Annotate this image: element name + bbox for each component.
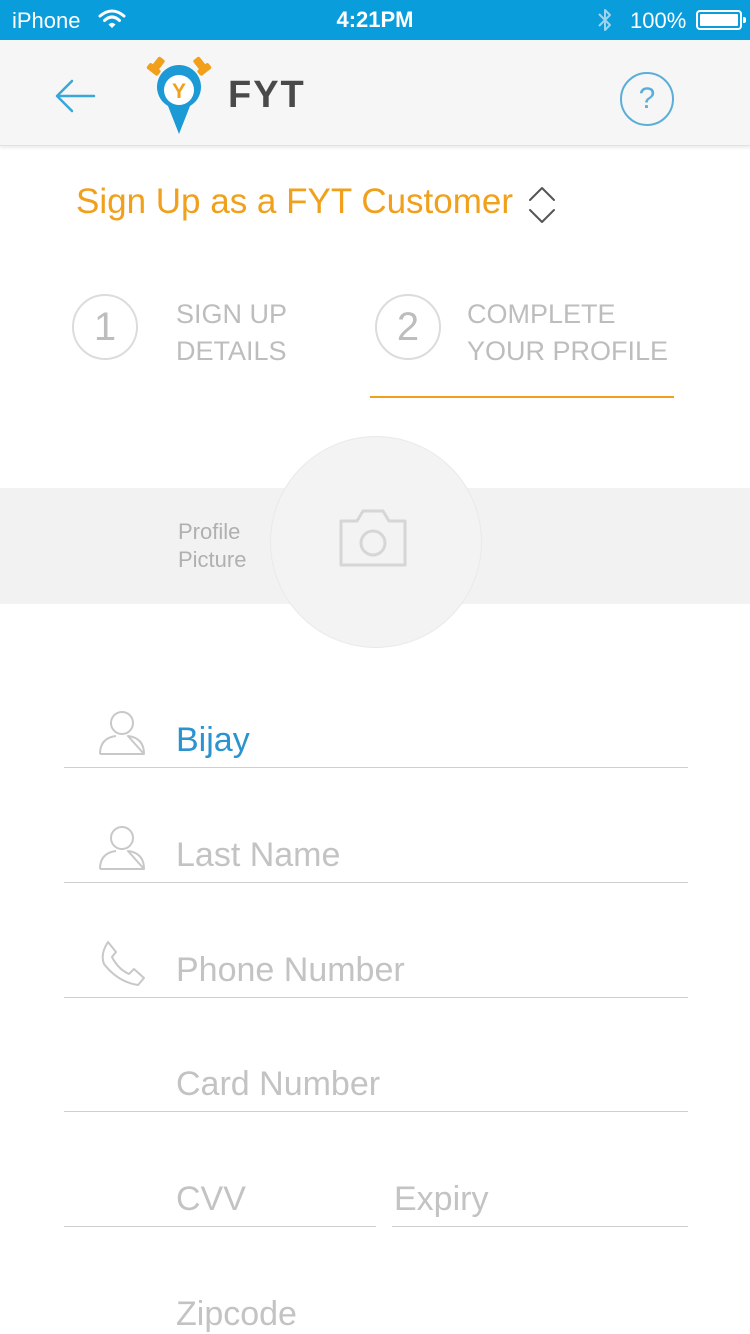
zipcode-input[interactable] [176, 1295, 688, 1334]
nav-bar: Y FYT ? [0, 40, 750, 146]
expiry-input[interactable] [394, 1180, 688, 1219]
step-label-line: YOUR PROFILE [467, 336, 669, 366]
help-icon: ? [638, 82, 656, 115]
profile-picture-picker[interactable] [270, 436, 482, 648]
expiry-field [392, 1167, 688, 1227]
fyt-logo: Y [144, 54, 214, 136]
field-underline [392, 1226, 688, 1227]
user-icon [99, 711, 145, 755]
field-underline [64, 1226, 376, 1227]
field-underline [64, 1111, 688, 1112]
profile-picture-label-line: Profile [178, 519, 241, 544]
card-number-field [64, 1052, 688, 1112]
step-number: 2 [375, 294, 441, 360]
field-underline [64, 882, 688, 883]
step-number: 1 [72, 294, 138, 360]
signup-title: Sign Up as a FYT Customer [76, 182, 514, 221]
active-step-indicator [370, 396, 674, 398]
card-number-input[interactable] [176, 1065, 688, 1104]
phone-field [64, 938, 688, 998]
phone-icon [101, 941, 145, 986]
cvv-field [64, 1167, 376, 1227]
bluetooth-icon [596, 7, 614, 39]
step-complete-profile[interactable]: 2 COMPLETE YOUR PROFILE [370, 294, 674, 404]
zipcode-field [64, 1282, 688, 1334]
camera-icon [339, 509, 407, 567]
svg-text:Y: Y [172, 80, 186, 103]
step-label-line: DETAILS [176, 336, 287, 366]
field-underline [64, 767, 688, 768]
status-bar: iPhone 4:21PM 100% [0, 0, 750, 40]
first-name-input[interactable] [176, 721, 688, 760]
battery-percent: 100% [630, 8, 687, 33]
step-signup-details[interactable]: 1 SIGN UP DETAILS [70, 294, 320, 404]
cvv-input[interactable] [176, 1180, 376, 1219]
phone-input[interactable] [176, 951, 688, 990]
help-button[interactable]: ? [620, 72, 674, 126]
profile-picture-label-line: Picture [178, 547, 247, 572]
step-label-line: COMPLETE [467, 299, 616, 329]
profile-picture-label: Profile Picture [178, 518, 246, 574]
user-icon [99, 826, 145, 870]
signup-screen: iPhone 4:21PM 100% Y FYT ? Sign Up as a … [0, 0, 750, 1334]
brand-name: FYT [228, 74, 306, 116]
up-down-chevron-icon [529, 187, 555, 223]
field-underline [64, 997, 688, 998]
back-arrow-icon [55, 79, 96, 113]
step-label: COMPLETE YOUR PROFILE [467, 296, 668, 370]
battery-icon [696, 10, 746, 30]
last-name-input[interactable] [176, 836, 688, 875]
first-name-field [64, 708, 688, 768]
last-name-field [64, 823, 688, 883]
role-selector[interactable] [526, 184, 558, 226]
back-button[interactable] [50, 74, 102, 118]
step-label-line: SIGN UP [176, 299, 288, 329]
step-label: SIGN UP DETAILS [176, 296, 287, 370]
